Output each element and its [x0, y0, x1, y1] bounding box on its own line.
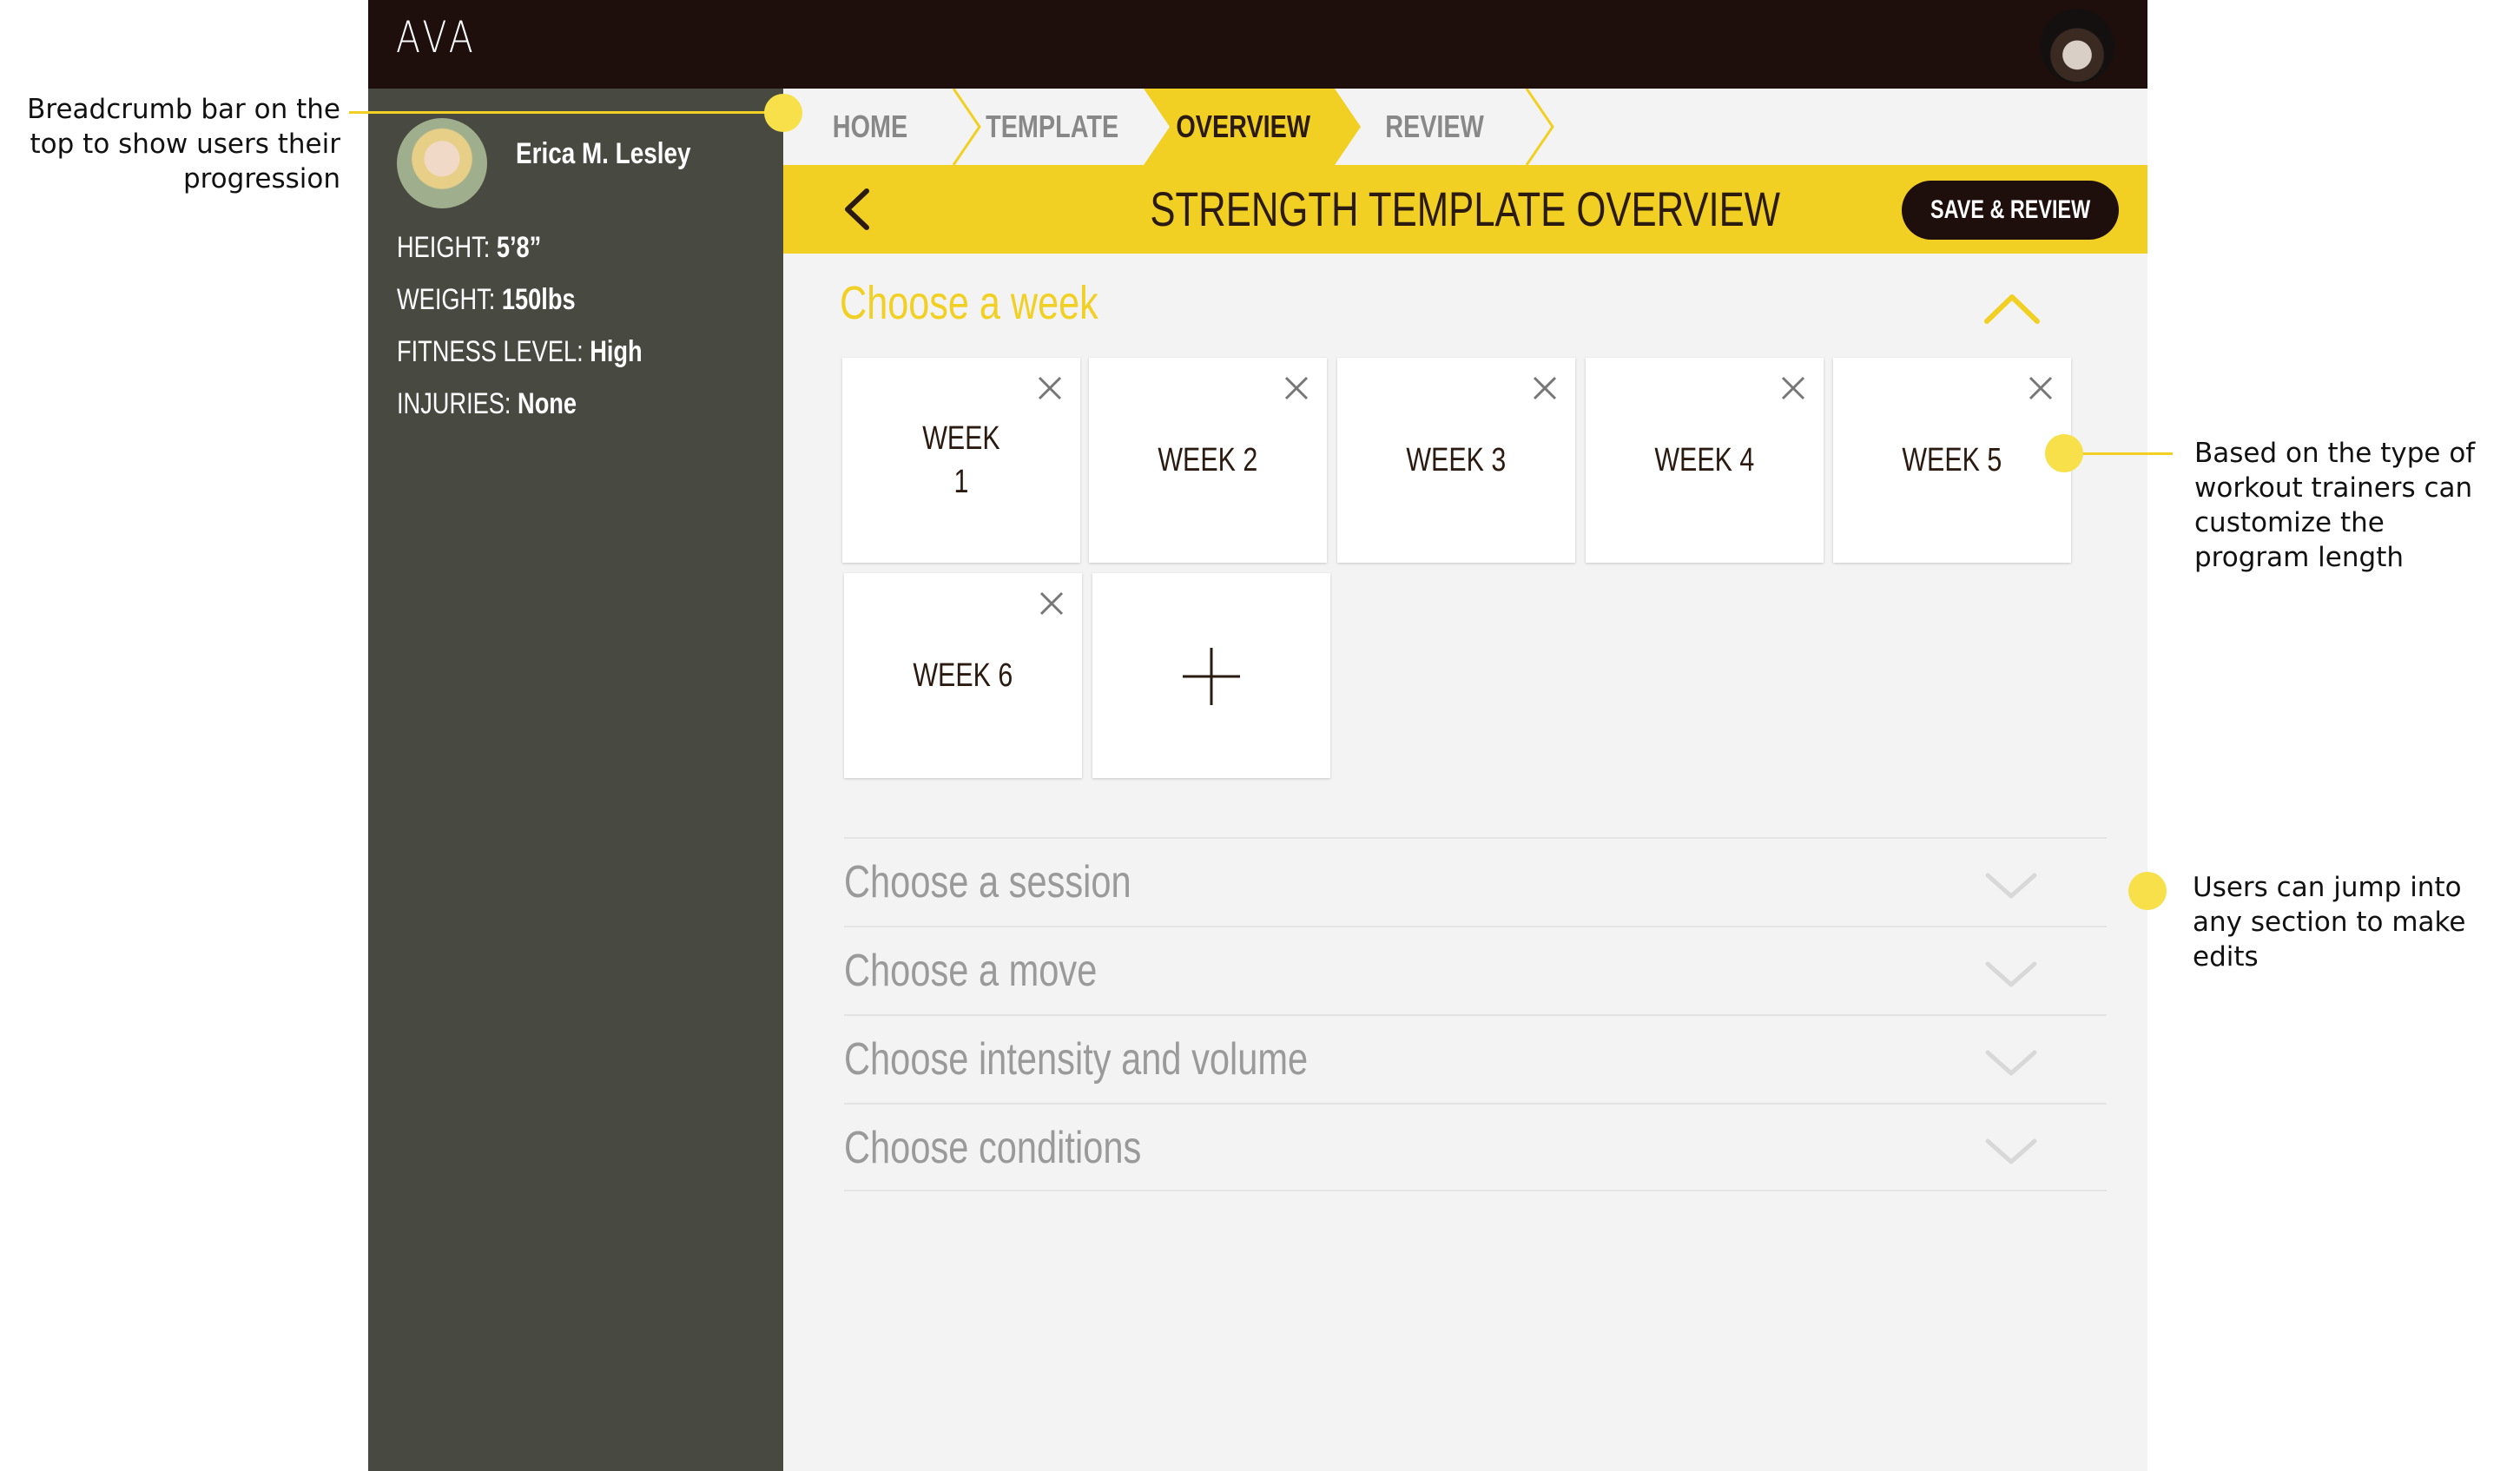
choose-week-title[interactable]: Choose a week: [840, 276, 1098, 330]
chevron-down-icon[interactable]: [1984, 959, 2038, 990]
section-choose-conditions[interactable]: Choose conditions: [844, 1103, 2107, 1193]
section-label: Choose a session: [844, 857, 1131, 907]
annotation-dot: [2045, 434, 2083, 472]
close-icon[interactable]: [2028, 375, 2054, 401]
stat-height-value: 5’8”: [496, 231, 542, 264]
section-choose-intensity[interactable]: Choose intensity and volume: [844, 1014, 2107, 1105]
week-card-6[interactable]: WEEK 6: [844, 573, 1082, 778]
annotation-program-length: Based on the type of workout trainers ca…: [2194, 438, 2476, 573]
chevron-down-icon[interactable]: [1984, 870, 2038, 901]
week-card-3[interactable]: WEEK 3: [1337, 358, 1575, 563]
breadcrumb: HOME TEMPLATE OVERVIEW REVIEW: [783, 89, 2147, 165]
stat-injuries: INJURIES: None: [397, 387, 577, 421]
stat-injuries-value: None: [518, 387, 577, 420]
week-card-2[interactable]: WEEK 2: [1089, 358, 1327, 563]
stat-fitness-level-key: FITNESS LEVEL:: [397, 335, 584, 368]
breadcrumb-overview[interactable]: OVERVIEW: [1139, 89, 1348, 165]
annotation-dot: [764, 94, 802, 132]
stat-fitness-level: FITNESS LEVEL: High: [397, 335, 643, 369]
close-icon[interactable]: [1283, 375, 1309, 401]
section-choose-session[interactable]: Choose a session: [844, 837, 2107, 927]
title-bar: STRENGTH TEMPLATE OVERVIEW SAVE & REVIEW: [783, 165, 2147, 254]
close-icon[interactable]: [1037, 375, 1063, 401]
chevron-up-icon[interactable]: [1983, 292, 2041, 327]
stat-weight-value: 150lbs: [501, 283, 576, 316]
back-chevron-icon[interactable]: [839, 188, 877, 231]
close-icon[interactable]: [1532, 375, 1558, 401]
client-sidebar: Erica M. Lesley HEIGHT: 5’8” WEIGHT: 150…: [368, 89, 783, 1471]
section-label: Choose intensity and volume: [844, 1034, 1309, 1085]
section-choose-move[interactable]: Choose a move: [844, 926, 2107, 1016]
breadcrumb-divider: [1525, 89, 1554, 165]
annotation-breadcrumb: Breadcrumb bar on the top to show users …: [27, 94, 340, 195]
section-label: Choose conditions: [844, 1123, 1142, 1173]
user-avatar[interactable]: [2040, 9, 2114, 83]
chevron-down-icon[interactable]: [1984, 1047, 2038, 1079]
top-bar: AVA: [368, 0, 2147, 89]
app-logo[interactable]: AVA: [396, 12, 478, 63]
add-week-button[interactable]: [1092, 573, 1330, 778]
stat-height-key: HEIGHT:: [397, 231, 491, 264]
app-window: AVA Erica M. Lesley HEIGHT: 5’8” WEIGHT:…: [368, 0, 2147, 1471]
chevron-down-icon[interactable]: [1984, 1136, 2038, 1167]
annotation-sections: Users can jump into any section to make …: [2193, 872, 2466, 973]
save-review-button[interactable]: SAVE & REVIEW: [1902, 181, 2119, 240]
week-card-1[interactable]: WEEK 1: [842, 358, 1080, 563]
annotation-dot: [2128, 872, 2167, 910]
close-icon[interactable]: [1780, 375, 1806, 401]
client-name: Erica M. Lesley: [516, 137, 691, 170]
plus-icon: [1183, 648, 1240, 705]
stat-fitness-level-value: High: [590, 335, 643, 368]
breadcrumb-home[interactable]: HOME: [783, 89, 957, 165]
breadcrumb-template[interactable]: TEMPLATE: [948, 89, 1157, 165]
stat-height: HEIGHT: 5’8”: [397, 231, 541, 265]
annotation-leader: [349, 111, 766, 114]
client-avatar: [397, 118, 487, 208]
stat-weight-key: WEIGHT:: [397, 283, 496, 316]
section-divider: [844, 1190, 2107, 1191]
stat-injuries-key: INJURIES:: [397, 387, 511, 420]
breadcrumb-review[interactable]: REVIEW: [1339, 89, 1530, 165]
stat-weight: WEIGHT: 150lbs: [397, 283, 576, 317]
close-icon[interactable]: [1039, 590, 1065, 617]
section-label: Choose a move: [844, 946, 1098, 996]
week-card-5[interactable]: WEEK 5: [1833, 358, 2071, 563]
week-card-4[interactable]: WEEK 4: [1586, 358, 1824, 563]
